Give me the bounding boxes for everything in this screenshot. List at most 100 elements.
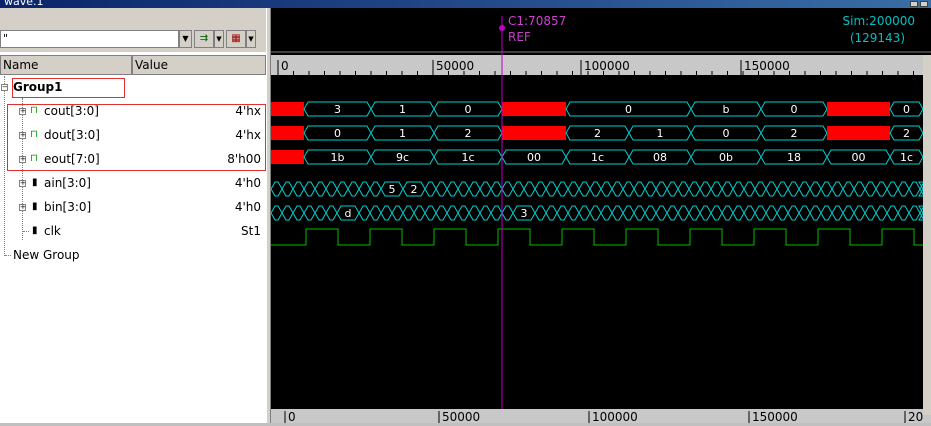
- expand-icon[interactable]: +: [19, 204, 26, 211]
- bus-value: 1c: [591, 151, 604, 164]
- chevron-down-icon[interactable]: ▼: [246, 30, 256, 48]
- signal-toolbar: " ▼ ⇉ ▼ ▦ ▼: [0, 8, 266, 52]
- bus-value: 1: [399, 127, 406, 140]
- cursor-label: C1:70857: [508, 14, 566, 28]
- bus-segment: [413, 205, 426, 221]
- bus-segment: [292, 205, 305, 221]
- name-column-header[interactable]: Name: [0, 55, 132, 75]
- cursor-marker[interactable]: [499, 25, 505, 31]
- wave-pane: 0 50000 100000 150000 3 1 0 0 b 0 0 0 1 2 2 1 0 2 2 1b 9c 1c…: [270, 8, 931, 424]
- bus-segment: [809, 205, 822, 221]
- bus-segment: [721, 205, 734, 221]
- ruler-tick-label: 50000: [436, 59, 474, 73]
- bus-segment: [523, 181, 536, 197]
- chevron-down-icon[interactable]: ▼: [214, 30, 224, 48]
- signal-value: 4'h0: [234, 176, 261, 190]
- bus-segment: [490, 181, 503, 197]
- bus-segment: [336, 181, 349, 197]
- bus-segment: [688, 181, 701, 197]
- expand-icon[interactable]: +: [19, 180, 26, 187]
- bus-segment: [864, 181, 877, 197]
- bus-segment: [457, 181, 470, 197]
- bus-segment: [325, 181, 338, 197]
- bus-value: 2: [465, 127, 472, 140]
- bus-segment: [655, 181, 668, 197]
- bus-value: 18: [787, 151, 801, 164]
- signal-search-combo[interactable]: ": [0, 30, 179, 48]
- unknown-segment: [271, 150, 304, 164]
- group-icon[interactable]: ▦: [226, 30, 246, 48]
- bus-segment: [545, 181, 558, 197]
- bus-value: 2: [411, 183, 418, 196]
- bus-segment: [424, 205, 437, 221]
- bus-segment: [446, 205, 459, 221]
- window-titlebar: wave.1: [0, 0, 931, 8]
- bus-segment: [765, 205, 778, 221]
- bus-segment: [754, 181, 767, 197]
- signal-name: ain[3:0]: [44, 176, 91, 190]
- bus-value: 0b: [719, 151, 733, 164]
- waveform-canvas[interactable]: 0 50000 100000 150000 3 1 0 0 b 0 00 1 2 2 1 0 2 21b 9c 1c…: [270, 8, 931, 424]
- bus-segment: [578, 181, 591, 197]
- bus-segment: [468, 205, 481, 221]
- bus-value: b: [723, 103, 730, 116]
- window-title: wave.1: [4, 0, 44, 8]
- bus-segment: [567, 205, 580, 221]
- chevron-down-icon[interactable]: ▼: [179, 30, 192, 48]
- signal-name: bin[3:0]: [44, 200, 92, 214]
- bus-segment: [314, 205, 327, 221]
- bus-segment: [842, 205, 855, 221]
- bus-segment: [358, 205, 371, 221]
- vertical-scrollbar[interactable]: [923, 55, 931, 415]
- bus-value: 2: [594, 127, 601, 140]
- bus-segment: [281, 205, 294, 221]
- ruler-tick-label: 50000: [442, 410, 480, 423]
- bus-segment: [611, 205, 624, 221]
- bus-segment: [424, 181, 437, 197]
- close-button[interactable]: [920, 1, 928, 7]
- minimize-button[interactable]: [910, 1, 918, 7]
- bus-segment: [435, 205, 448, 221]
- bus-value: 2: [903, 127, 910, 140]
- unknown-segment: [271, 126, 304, 140]
- value-column-header[interactable]: Value: [132, 55, 266, 75]
- ruler-tick-label: 100000: [584, 59, 630, 73]
- bus-segment: [743, 205, 756, 221]
- bus-segment: [380, 205, 393, 221]
- bus-segment: [897, 181, 910, 197]
- bus-segment: [369, 205, 382, 221]
- signal-row-new-group[interactable]: New Group: [0, 243, 266, 267]
- unknown-segment: [502, 126, 566, 140]
- bus-segment: [325, 205, 338, 221]
- bus-segment: [457, 205, 470, 221]
- bus-value: 0: [723, 127, 730, 140]
- bus-value: 00: [852, 151, 866, 164]
- bus-segment: [787, 205, 800, 221]
- bus-segment: [699, 181, 712, 197]
- signal-name: clk: [44, 224, 61, 238]
- bus-segment: [479, 205, 492, 221]
- radix-icon[interactable]: ⇉: [194, 30, 214, 48]
- bus-segment: [853, 181, 866, 197]
- sim-time: Sim:200000: [843, 14, 916, 28]
- highlight-box: [7, 104, 266, 171]
- bus-segment: [776, 181, 789, 197]
- bus-segment: [545, 205, 558, 221]
- bus-segment: [644, 205, 657, 221]
- signal-name: New Group: [13, 248, 80, 262]
- cursor-ref: REF: [508, 30, 531, 44]
- signal-row-clk[interactable]: ▮ clk St1: [0, 219, 266, 243]
- signal-row-ain[interactable]: + ▮ ain[3:0] 4'h0: [0, 171, 266, 195]
- bit-icon: ▮: [32, 225, 38, 236]
- collapse-icon[interactable]: −: [1, 84, 8, 91]
- bus-segment: [809, 181, 822, 197]
- signal-row-bin[interactable]: + ▮ bin[3:0] 4'h0: [0, 195, 266, 219]
- bus-segment: [688, 205, 701, 221]
- bus-segment: [270, 205, 283, 221]
- bus-segment: [798, 181, 811, 197]
- signal-value: 4'h0: [234, 200, 261, 214]
- bus-value: 5: [389, 183, 396, 196]
- bus-segment: [699, 205, 712, 221]
- bus-segment: [666, 181, 679, 197]
- clk-waveform: [271, 228, 923, 246]
